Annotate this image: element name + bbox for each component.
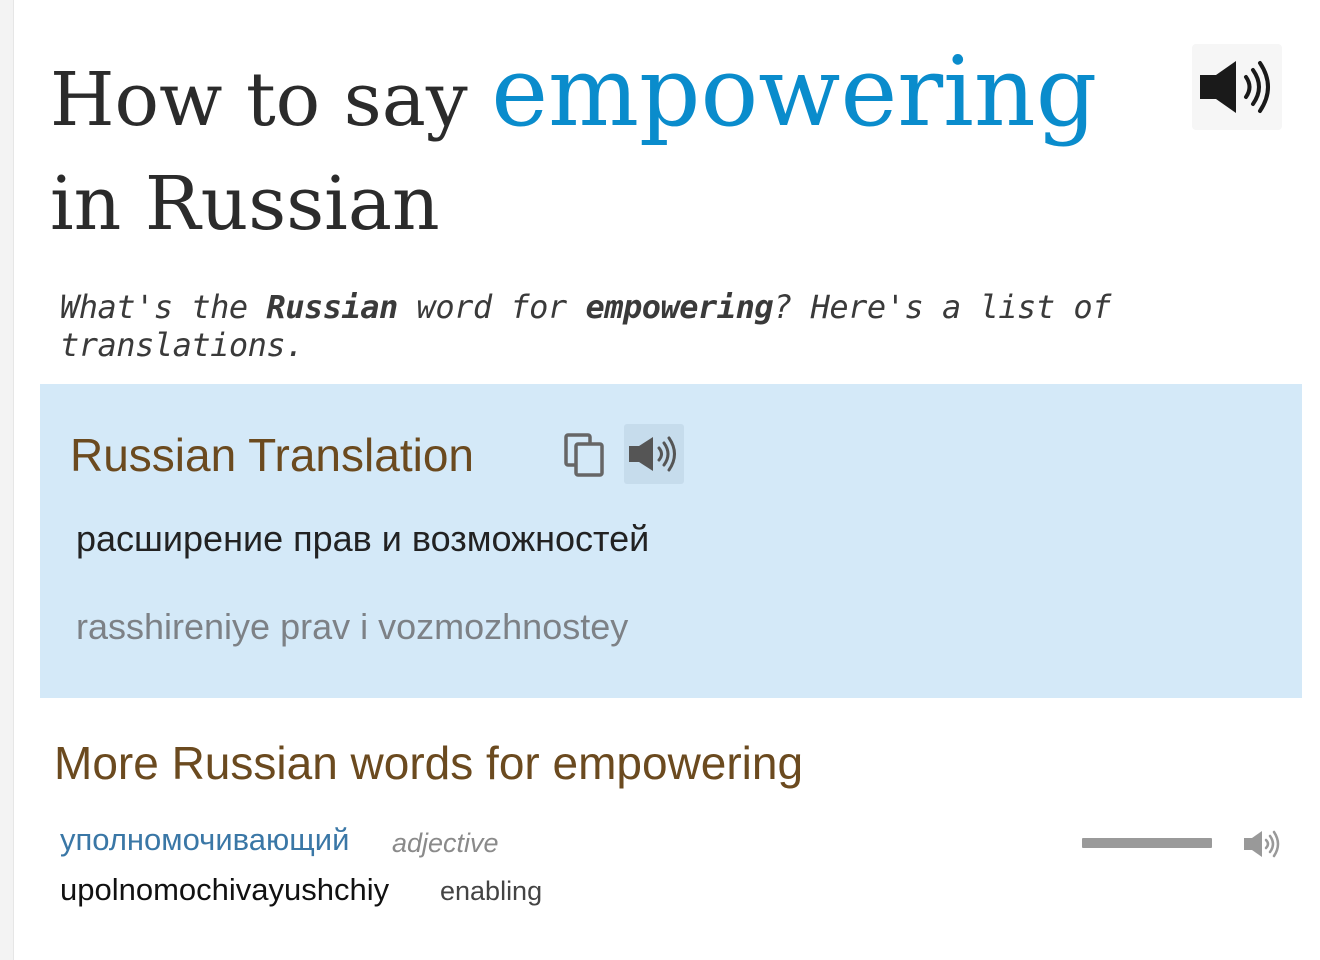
translation-heading: Russian Translation [70, 429, 474, 481]
page-title: How to say empowering in Russian [50, 40, 1150, 256]
subtitle: What's the Russian word for empowering? … [60, 288, 1300, 364]
subtitle-part1: What's the [60, 288, 267, 326]
speaker-icon [629, 436, 676, 472]
word-speaker-button[interactable] [1240, 824, 1284, 864]
title-speaker-button[interactable] [1192, 44, 1282, 130]
subtitle-part2: word for [397, 288, 586, 326]
speaker-icon [1244, 830, 1280, 858]
part-of-speech: adjective [392, 828, 499, 858]
word-link[interactable]: уполномочивающий [60, 822, 349, 858]
page: How to say empowering in Russian What's … [0, 0, 1320, 960]
title-prefix: How to say [50, 57, 468, 143]
subtitle-language: Russian [266, 288, 398, 326]
copy-button[interactable] [560, 430, 610, 480]
frequency-fill [1082, 838, 1212, 848]
translation-transliteration: rasshireniye prav i vozmozhnostey [76, 606, 629, 647]
copy-icon [564, 433, 604, 477]
list-item: уполномочивающий adjective upolnomochiva… [60, 820, 1300, 920]
translation-speaker-button[interactable] [624, 424, 684, 484]
speaker-icon [1200, 61, 1270, 113]
subtitle-word: empowering [585, 288, 774, 326]
translation-box: Russian Translation расширение прав и во… [40, 384, 1302, 698]
title-suffix: in Russian [50, 161, 440, 247]
word-gloss: enabling [440, 876, 543, 906]
word-transliteration: upolnomochivayushchiy [60, 872, 390, 907]
translation-cyrillic: расширение прав и возможностей [76, 518, 650, 559]
left-border [0, 0, 14, 960]
frequency-bar [1082, 838, 1212, 848]
more-words-heading: More Russian words for empowering [54, 737, 804, 789]
title-word: empowering [491, 36, 1098, 148]
